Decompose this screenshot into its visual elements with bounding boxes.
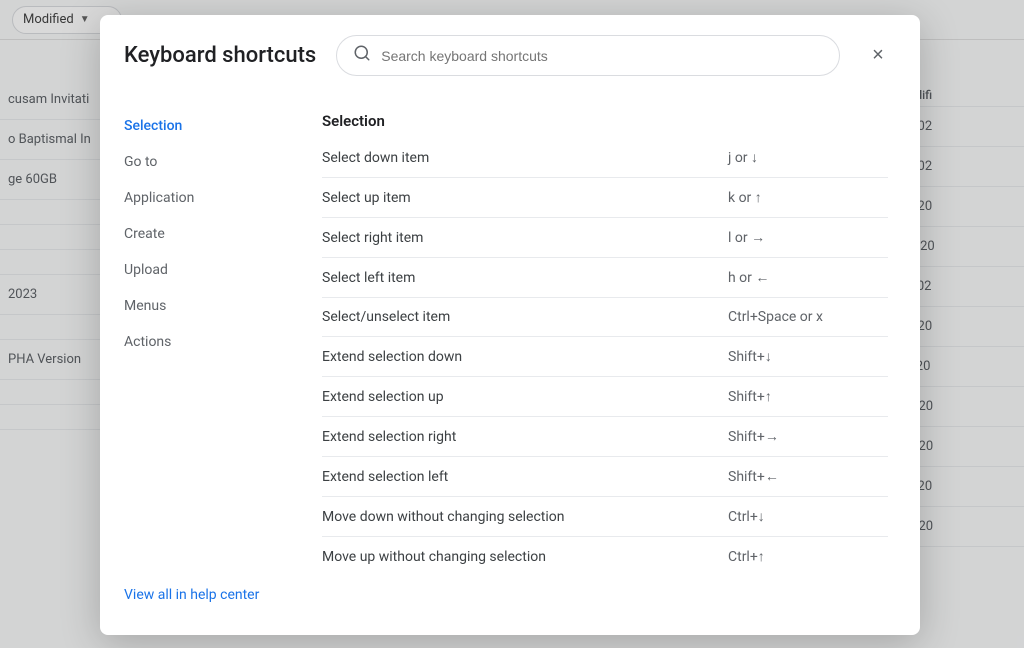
sidebar-item-label: Application <box>124 190 194 206</box>
shortcut-name-9: Move down without changing selection <box>322 509 728 525</box>
shortcut-row-2: Select right item l or → <box>322 218 888 258</box>
dialog-body: Selection Go to Application Create Uploa… <box>100 92 920 635</box>
shortcut-name-1: Select up item <box>322 190 728 206</box>
shortcut-key-7: Shift+→ <box>728 428 888 445</box>
shortcut-key-6: Shift+↑ <box>728 388 888 405</box>
sidebar-item-label: Upload <box>124 262 168 278</box>
shortcut-row-8: Extend selection left Shift+← <box>322 457 888 497</box>
shortcut-row-5: Extend selection down Shift+↓ <box>322 337 888 377</box>
shortcut-key-4: Ctrl+Space or x <box>728 309 888 325</box>
sidebar-item-actions[interactable]: Actions <box>100 324 290 360</box>
sidebar-item-goto[interactable]: Go to <box>100 144 290 180</box>
shortcut-name-3: Select left item <box>322 270 728 286</box>
sidebar-footer: View all in help center <box>100 568 290 619</box>
sidebar-item-upload[interactable]: Upload <box>100 252 290 288</box>
shortcut-key-8: Shift+← <box>728 468 888 485</box>
sidebar: Selection Go to Application Create Uploa… <box>100 92 290 635</box>
shortcut-name-2: Select right item <box>322 230 728 246</box>
sidebar-item-create[interactable]: Create <box>100 216 290 252</box>
search-box[interactable] <box>336 35 840 76</box>
shortcuts-content: Selection Select down item j or ↓ Select… <box>290 92 920 635</box>
keyboard-shortcuts-dialog: Keyboard shortcuts × Selection Go to <box>100 15 920 635</box>
shortcut-key-0: j or ↓ <box>728 149 888 166</box>
shortcut-row-3: Select left item h or ← <box>322 258 888 298</box>
search-input[interactable] <box>381 48 823 64</box>
shortcut-name-5: Extend selection down <box>322 349 728 365</box>
shortcut-row-7: Extend selection right Shift+→ <box>322 417 888 457</box>
search-icon <box>353 44 371 67</box>
close-icon: × <box>872 44 884 67</box>
shortcut-row-0: Select down item j or ↓ <box>322 138 888 178</box>
shortcut-key-3: h or ← <box>728 269 888 286</box>
sidebar-item-label: Menus <box>124 298 166 314</box>
shortcut-row-10: Move up without changing selection Ctrl+… <box>322 537 888 576</box>
shortcut-key-5: Shift+↓ <box>728 348 888 365</box>
shortcut-key-9: Ctrl+↓ <box>728 508 888 525</box>
close-button[interactable]: × <box>860 38 896 74</box>
sidebar-item-application[interactable]: Application <box>100 180 290 216</box>
shortcut-key-10: Ctrl+↑ <box>728 548 888 565</box>
shortcut-row-4: Select/unselect item Ctrl+Space or x <box>322 298 888 337</box>
help-center-link[interactable]: View all in help center <box>124 587 259 603</box>
dialog-header: Keyboard shortcuts × <box>100 15 920 92</box>
shortcut-name-4: Select/unselect item <box>322 309 728 325</box>
shortcut-name-7: Extend selection right <box>322 429 728 445</box>
shortcut-key-2: l or → <box>728 229 888 246</box>
shortcut-name-6: Extend selection up <box>322 389 728 405</box>
sidebar-item-label: Actions <box>124 334 171 350</box>
shortcut-row-1: Select up item k or ↑ <box>322 178 888 218</box>
sidebar-item-label: Go to <box>124 154 157 170</box>
shortcut-name-8: Extend selection left <box>322 469 728 485</box>
shortcut-row-6: Extend selection up Shift+↑ <box>322 377 888 417</box>
sidebar-item-menus[interactable]: Menus <box>100 288 290 324</box>
shortcut-row-9: Move down without changing selection Ctr… <box>322 497 888 537</box>
dialog-title: Keyboard shortcuts <box>124 43 316 68</box>
sidebar-item-label: Selection <box>124 118 182 134</box>
shortcut-name-0: Select down item <box>322 150 728 166</box>
sidebar-item-label: Create <box>124 226 165 242</box>
shortcut-name-10: Move up without changing selection <box>322 549 728 565</box>
sidebar-item-selection[interactable]: Selection <box>100 108 290 144</box>
shortcut-key-1: k or ↑ <box>728 189 888 206</box>
section-title: Selection <box>322 112 888 130</box>
